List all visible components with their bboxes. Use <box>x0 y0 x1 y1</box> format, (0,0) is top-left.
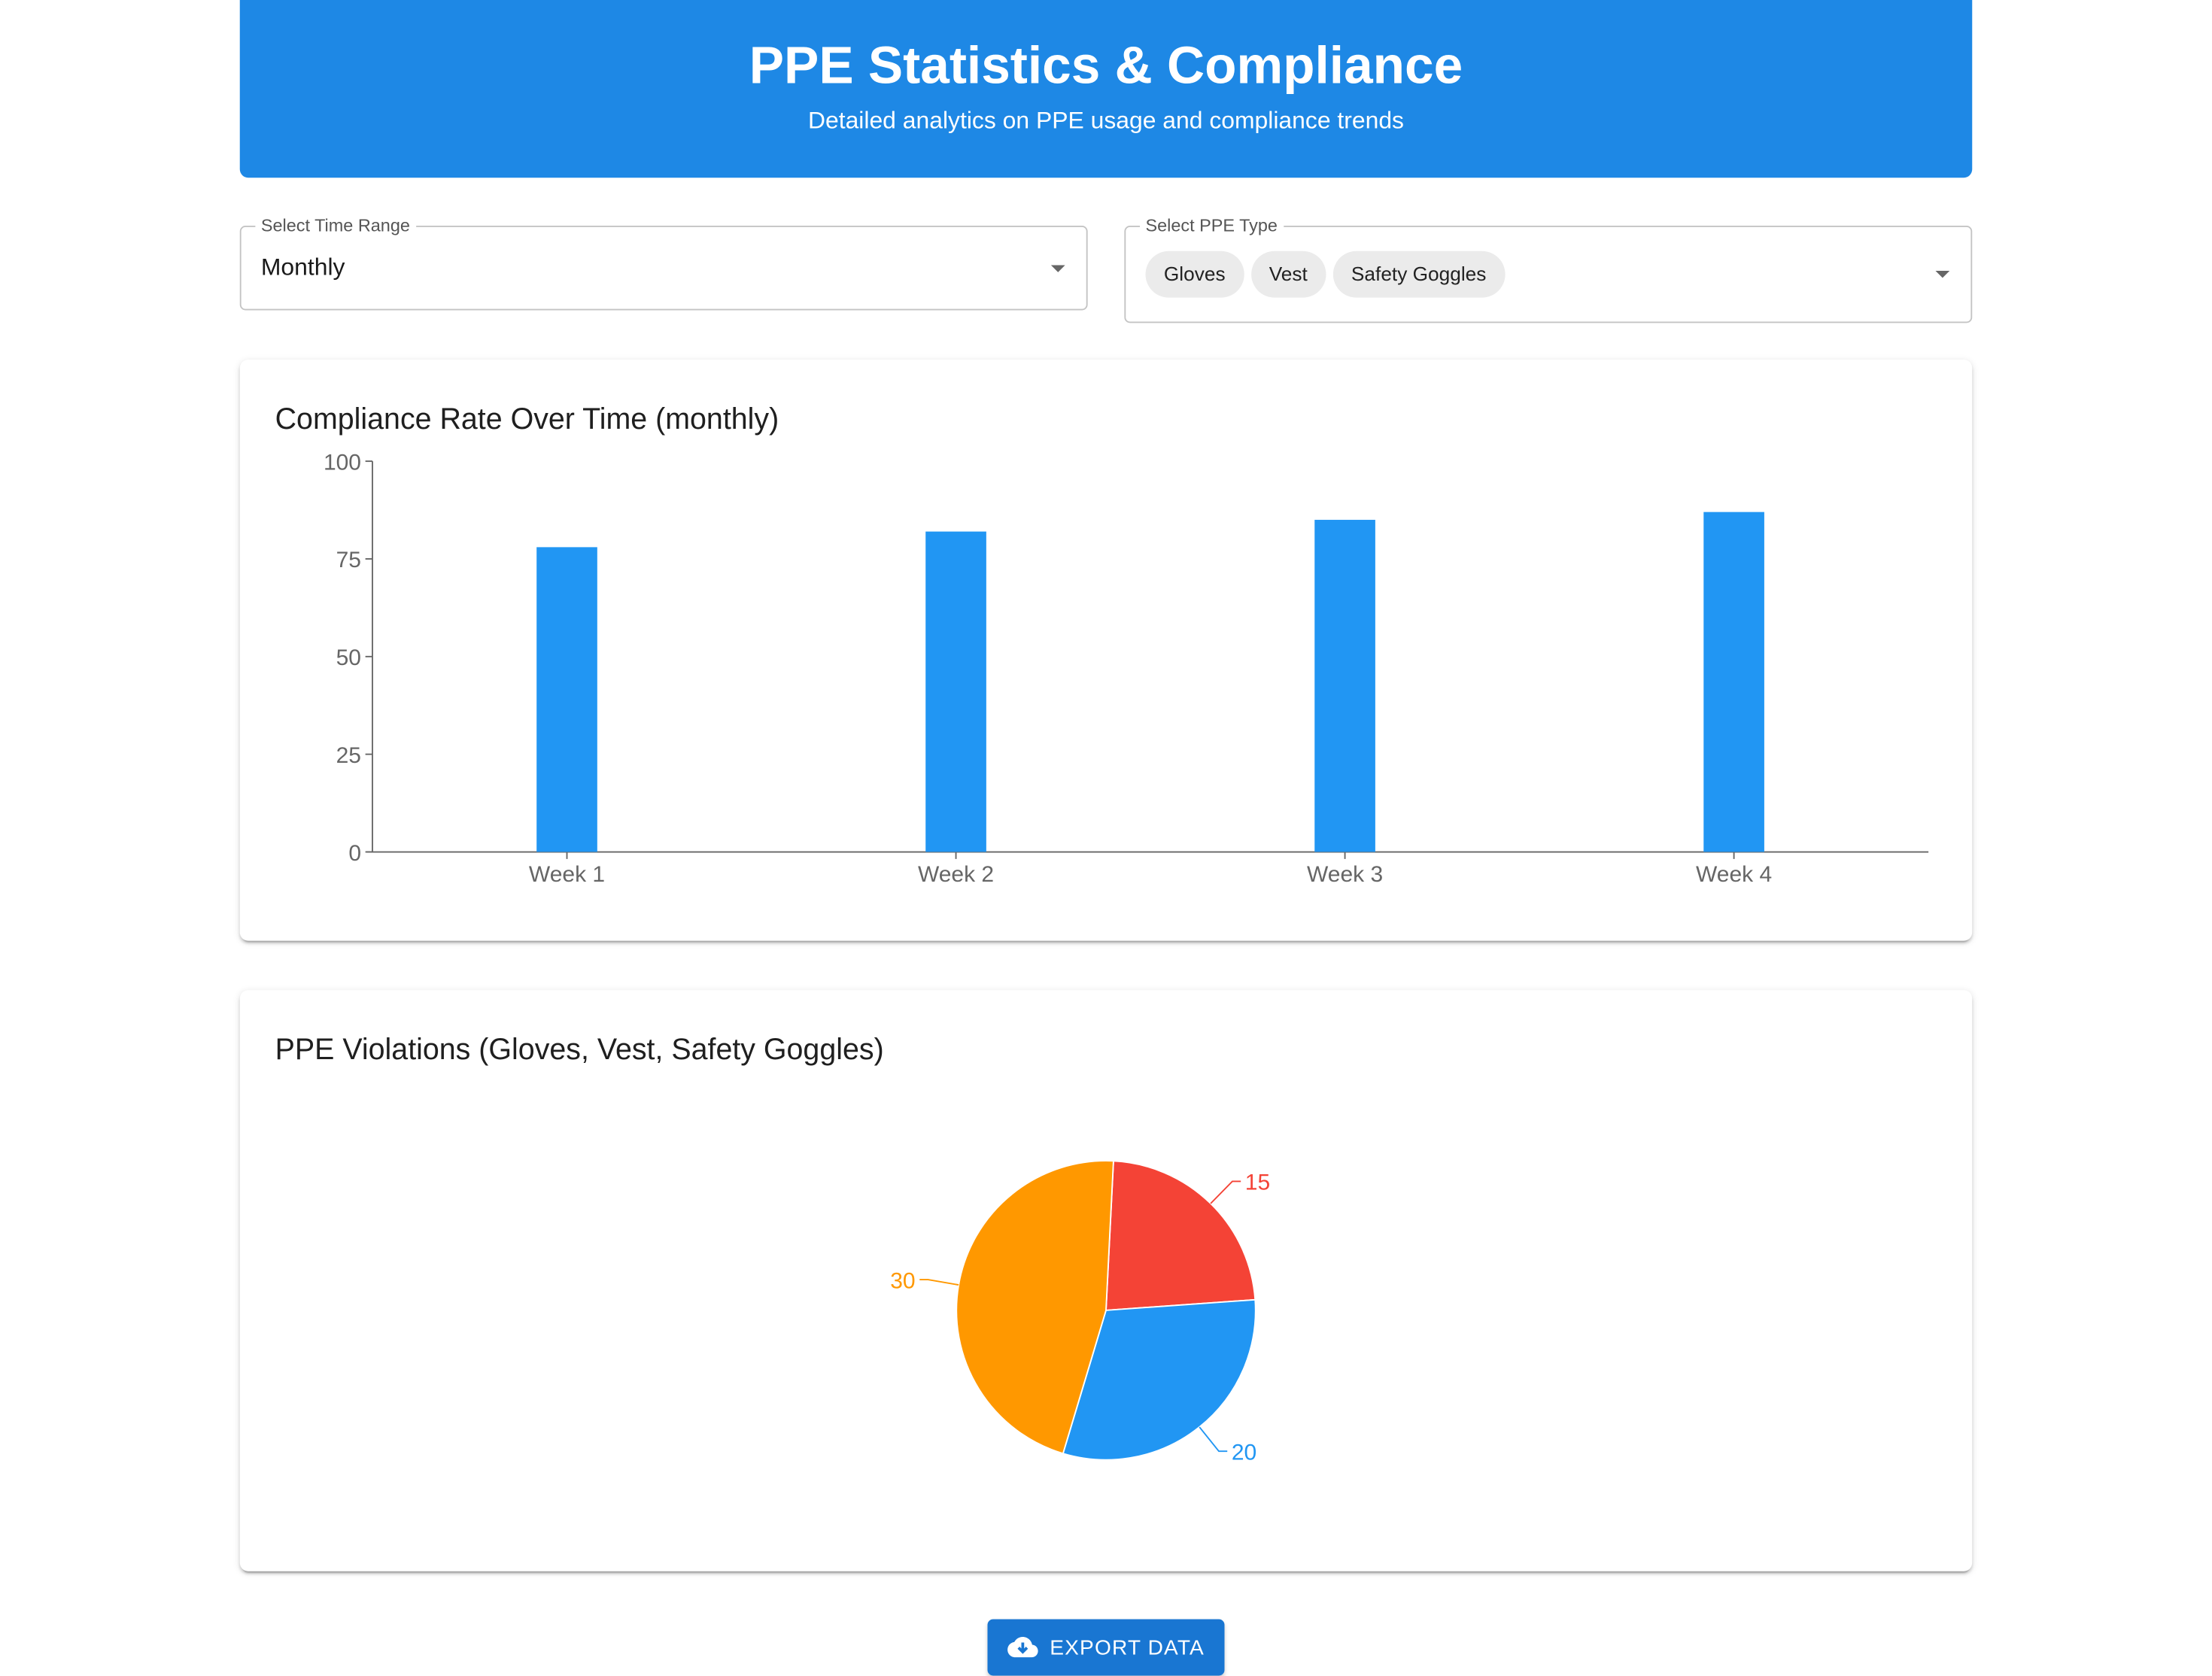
page-header: PPE Statistics & Compliance Detailed ana… <box>239 0 1973 178</box>
chevron-down-icon[interactable] <box>1050 265 1065 272</box>
y-tick-label: 75 <box>336 548 361 572</box>
cloud-download-icon <box>1007 1636 1038 1658</box>
page-subtitle: Detailed analytics on PPE usage and comp… <box>807 107 1405 135</box>
bar <box>925 531 986 852</box>
pie-value-label: 20 <box>1232 1440 1256 1465</box>
ppe-type-label: Select PPE Type <box>1140 214 1284 237</box>
x-tick-label: Week 2 <box>918 862 994 887</box>
y-tick-label: 25 <box>336 743 361 768</box>
page: PPE Statistics & Compliance Detailed ana… <box>0 0 2212 1676</box>
export-data-button[interactable]: EXPORT DATA <box>987 1619 1225 1676</box>
x-tick-label: Week 3 <box>1307 862 1383 887</box>
bar <box>1703 512 1764 852</box>
pie-value-label: 30 <box>890 1268 915 1293</box>
violations-card: PPE Violations (Gloves, Vest, Safety Gog… <box>239 990 1973 1571</box>
x-tick-label: Week 1 <box>529 862 605 887</box>
ppe-type-select[interactable]: Select PPE Type Gloves Vest Safety Goggl… <box>1124 214 1973 323</box>
chip-safety-goggles[interactable]: Safety Goggles <box>1332 250 1505 298</box>
export-data-label: EXPORT DATA <box>1050 1635 1205 1659</box>
compliance-bar-chart: 0 25 50 75 100 Week 1 Week 2 Week 3 Week 4 <box>324 450 1929 887</box>
page-title: PPE Statistics & Compliance <box>749 36 1463 95</box>
chip-gloves[interactable]: Gloves <box>1145 250 1244 298</box>
pie-value-label: 15 <box>1245 1170 1270 1195</box>
chevron-down-icon[interactable] <box>1935 271 1950 278</box>
y-tick-label: 0 <box>348 841 361 866</box>
time-range-value: Monthly <box>260 254 345 281</box>
y-tick-label: 50 <box>336 645 361 670</box>
time-range-label: Select Time Range <box>255 214 416 237</box>
pie-slice <box>1105 1160 1256 1311</box>
bar <box>1314 520 1375 852</box>
pie-leader-line <box>1199 1426 1228 1453</box>
pie-leader-line <box>919 1279 959 1286</box>
ppe-type-chips: Gloves Vest Safety Goggles <box>1145 250 1505 298</box>
time-range-select[interactable]: Select Time Range Monthly <box>239 214 1088 311</box>
chip-vest[interactable]: Vest <box>1250 250 1326 298</box>
violations-pie-chart: 15 20 30 <box>890 1160 1270 1465</box>
bar <box>536 547 597 852</box>
pie-leader-line <box>1210 1180 1241 1204</box>
x-tick-label: Week 4 <box>1696 862 1772 887</box>
compliance-card: Compliance Rate Over Time (monthly) 0 25 5… <box>239 360 1973 941</box>
y-tick-label: 100 <box>324 450 361 475</box>
